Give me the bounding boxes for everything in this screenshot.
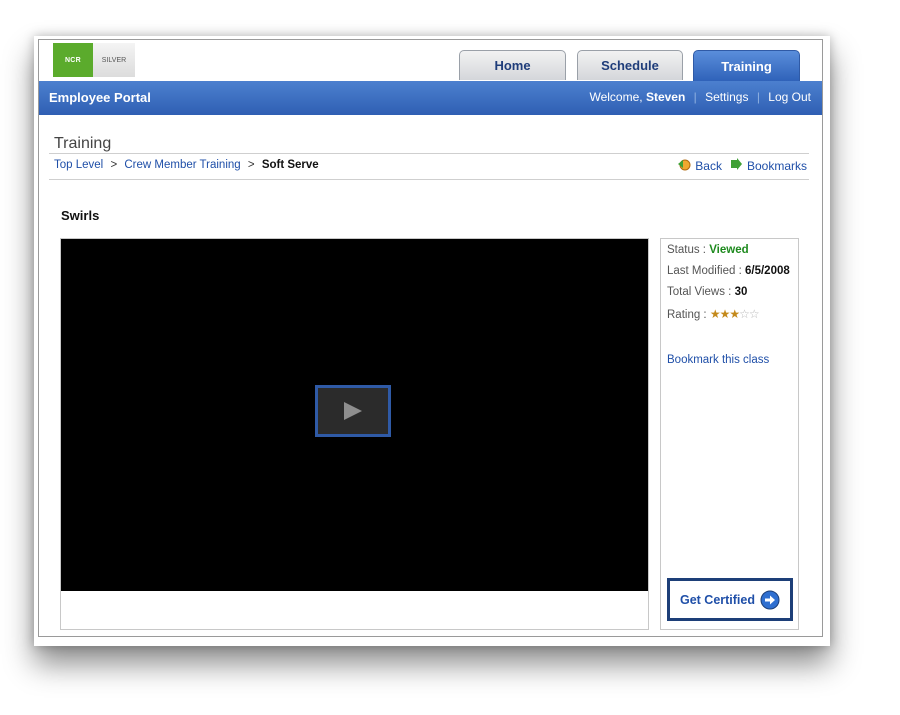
divider — [49, 179, 809, 180]
settings-link[interactable]: Settings — [705, 90, 748, 104]
separator: | — [756, 90, 760, 104]
modified-row: Last Modified : 6/5/2008 — [667, 265, 790, 277]
video-player — [60, 238, 649, 630]
back-icon[interactable] — [677, 158, 691, 174]
rating-stars: ★★★☆☆ — [710, 307, 760, 321]
breadcrumb-item-crew-member-training[interactable]: Crew Member Training — [124, 159, 240, 171]
star-filled-icon[interactable]: ★ — [710, 307, 721, 321]
breadcrumb-item-top-level[interactable]: Top Level — [54, 159, 103, 171]
play-button[interactable] — [315, 385, 391, 437]
modified-value: 6/5/2008 — [745, 265, 790, 277]
breadcrumb: Top Level > Crew Member Training > Soft … — [54, 159, 319, 171]
play-icon — [344, 402, 362, 420]
rating-label: Rating : — [667, 309, 707, 321]
tab-schedule[interactable]: Schedule — [577, 50, 683, 80]
star-empty-icon[interactable]: ☆ — [739, 307, 750, 321]
views-value: 30 — [734, 286, 748, 298]
page-nav: Back Bookmarks — [669, 158, 807, 174]
logo-silver: SILVER — [93, 43, 135, 77]
status-row: Status : Viewed — [667, 244, 749, 256]
class-info-panel: Status : Viewed Last Modified : 6/5/2008… — [660, 238, 799, 630]
breadcrumb-separator: > — [247, 159, 255, 171]
separator: | — [693, 90, 697, 104]
bookmarks-icon[interactable] — [730, 158, 743, 174]
logout-link[interactable]: Log Out — [768, 90, 811, 104]
rating-row: Rating : ★★★☆☆ — [667, 307, 760, 321]
portal-title: Employee Portal — [49, 90, 151, 105]
bookmarks-link[interactable]: Bookmarks — [747, 159, 807, 173]
bookmark-class-link[interactable]: Bookmark this class — [667, 354, 769, 366]
user-menu: Welcome, Steven | Settings | Log Out — [589, 90, 811, 104]
logo-ncr: NCR — [53, 43, 93, 77]
welcome-prefix: Welcome, — [589, 90, 643, 104]
get-certified-button[interactable]: Get Certified — [667, 578, 793, 621]
breadcrumb-separator: > — [110, 159, 118, 171]
page-title: Training — [54, 135, 112, 152]
modified-label: Last Modified : — [667, 265, 742, 277]
arrow-right-circle-icon — [760, 590, 780, 609]
tab-training[interactable]: Training — [693, 50, 800, 81]
star-filled-icon[interactable]: ★ — [729, 307, 740, 321]
header-bar: Employee Portal Welcome, Steven | Settin… — [39, 81, 822, 115]
video-screen[interactable] — [61, 239, 648, 591]
star-empty-icon[interactable]: ☆ — [749, 307, 760, 321]
app-window: NCR SILVER Home Schedule Training Employ… — [38, 39, 823, 637]
user-name: Steven — [645, 90, 686, 104]
breadcrumb-current: Soft Serve — [261, 159, 319, 171]
divider — [49, 153, 809, 154]
views-row: Total Views : 30 — [667, 286, 747, 298]
back-link[interactable]: Back — [695, 159, 722, 173]
ncr-silver-logo: NCR SILVER — [53, 43, 135, 77]
star-filled-icon[interactable]: ★ — [720, 307, 731, 321]
status-value: Viewed — [709, 244, 749, 256]
status-label: Status : — [667, 244, 706, 256]
get-certified-label: Get Certified — [679, 592, 755, 607]
tab-home[interactable]: Home — [459, 50, 566, 80]
lesson-title: Swirls — [61, 208, 100, 223]
views-label: Total Views : — [667, 286, 732, 298]
